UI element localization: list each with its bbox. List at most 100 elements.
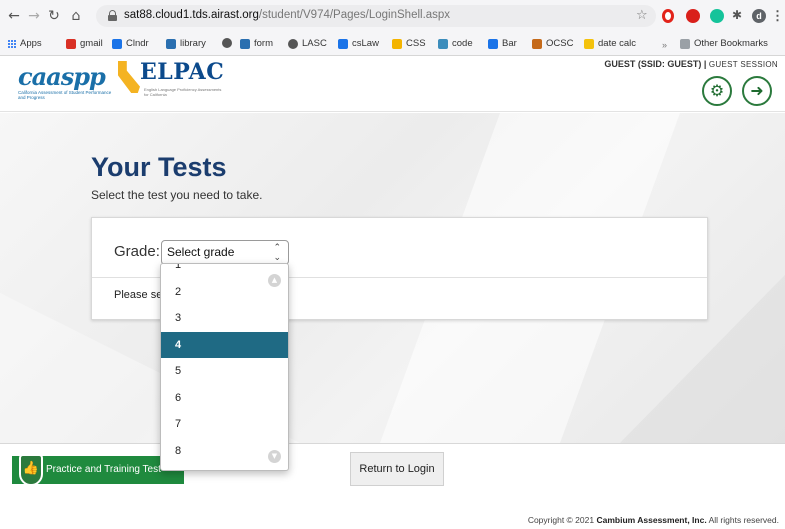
practice-test-label: Practice and Training Test: [46, 464, 161, 475]
bookmark-item[interactable]: [222, 38, 236, 48]
calendar-icon: [112, 38, 122, 49]
guest-session-label: GUEST SESSION: [708, 60, 778, 69]
main-content: Your Tests Select the test you need to t…: [0, 113, 785, 443]
ocsc-icon: [532, 38, 542, 49]
bookmark-item[interactable]: Clndr: [112, 38, 149, 49]
opera-extension-icon[interactable]: [662, 9, 674, 23]
back-icon[interactable]: ←: [6, 8, 22, 24]
bookmark-label: date calc: [598, 38, 637, 49]
bookmark-item[interactable]: Bar: [488, 38, 517, 49]
address-bar[interactable]: sat88.cloud1.tds.airast.org/student/V974…: [96, 5, 656, 27]
app-header: caaspp California Assessment of Student …: [0, 56, 785, 112]
bookmark-item[interactable]: library: [166, 38, 206, 49]
bookmark-item[interactable]: form: [240, 38, 273, 49]
caaspp-logo: caaspp California Assessment of Student …: [18, 60, 113, 106]
url-host: sat88.cloud1.tds.airast.org: [124, 9, 259, 21]
bookmarks-bar: » Other Bookmarks Apps gmail Clndr library f…: [0, 34, 785, 56]
page-title: Your Tests: [91, 152, 227, 182]
address-row: ← → ↻ ⌂ sat88.cloud1.tds.airast.org/stud…: [0, 0, 785, 34]
bookmark-label: Bar: [502, 38, 517, 49]
grade-select[interactable]: Select grade ⌃ ⌄: [161, 240, 289, 265]
forward-icon[interactable]: →: [26, 8, 42, 24]
form-icon: [240, 38, 250, 49]
reload-icon[interactable]: ↻: [46, 8, 62, 24]
grade-select-value: Select grade: [167, 245, 235, 259]
grade-option-3[interactable]: 3: [161, 305, 288, 331]
url-path: /student/V974/Pages/LoginShell.aspx: [258, 9, 451, 21]
home-icon[interactable]: ⌂: [68, 8, 84, 24]
select-arrows-icon: ⌃ ⌄: [273, 242, 281, 262]
grade-option-5[interactable]: 5: [161, 358, 288, 384]
other-bookmarks[interactable]: Other Bookmarks: [680, 38, 768, 49]
grammarly-extension-icon[interactable]: [710, 9, 724, 23]
grade-option-4[interactable]: 4: [161, 331, 288, 358]
bookmark-label: OCSC: [546, 38, 574, 49]
code-icon: [438, 38, 448, 49]
lock-icon: [108, 10, 117, 21]
bookmark-label: library: [180, 38, 206, 49]
profile-avatar[interactable]: d: [752, 9, 766, 23]
gmail-icon: [66, 38, 76, 49]
copyright-suffix: All rights reserved.: [708, 515, 779, 525]
extensions-puzzle-icon[interactable]: ✱: [732, 8, 746, 22]
settings-gear-icon[interactable]: ⚙: [702, 76, 732, 106]
bookmark-label: csLaw: [352, 38, 379, 49]
guest-info: GUEST (SSID: GUEST) | GUEST SESSION: [604, 59, 778, 69]
select-prompt: Please se: [114, 289, 163, 301]
guest-label: GUEST (SSID: GUEST): [604, 59, 702, 69]
css-icon: [392, 38, 402, 49]
elpac-subtitle: English Language Proficiency Assessments…: [144, 87, 222, 97]
browser-menu-icon[interactable]: ⋮: [771, 8, 784, 24]
caaspp-brand: caaspp: [18, 62, 106, 91]
cslaw-icon: [338, 38, 348, 49]
scroll-down-icon[interactable]: ▼: [268, 450, 281, 463]
bookmark-label: gmail: [80, 38, 103, 49]
other-bookmarks-label: Other Bookmarks: [694, 38, 768, 49]
bookmarks-overflow-icon[interactable]: »: [662, 40, 667, 50]
bookmark-label: LASC: [302, 38, 327, 49]
copyright: Copyright © 2021 Cambium Assessment, Inc…: [528, 515, 779, 525]
bar-icon: [488, 38, 498, 49]
footer-bar: 👍 Practice and Training Test Return to L…: [0, 443, 785, 496]
grade-dropdown-list[interactable]: 12345678 ▲ ▼: [160, 263, 289, 471]
copyright-prefix: Copyright © 2021: [527, 515, 595, 525]
bookmark-item[interactable]: LASC: [288, 38, 327, 49]
elpac-brand: ELPAC: [140, 59, 225, 85]
bookmark-item[interactable]: Apps: [8, 38, 42, 49]
bookmark-item[interactable]: CSS: [392, 38, 426, 49]
grade-option-7[interactable]: 7: [161, 411, 288, 437]
return-to-login-button[interactable]: Return to Login: [350, 452, 444, 486]
bookmark-item[interactable]: OCSC: [532, 38, 573, 49]
practice-test-button[interactable]: 👍 Practice and Training Test: [12, 454, 184, 486]
grade-label: Grade:: [114, 243, 160, 260]
logout-icon[interactable]: ➜: [742, 76, 772, 106]
bookmark-label: form: [254, 38, 273, 49]
california-state-icon: [118, 61, 140, 93]
bookmark-item[interactable]: code: [438, 38, 473, 49]
bookmark-item[interactable]: gmail: [66, 38, 103, 49]
bookmark-label: code: [452, 38, 473, 49]
bookmark-label: CSS: [406, 38, 426, 49]
globe-icon: [288, 38, 298, 49]
bookmark-star-icon[interactable]: ☆: [636, 8, 648, 23]
browser-chrome: ← → ↻ ⌂ sat88.cloud1.tds.airast.org/stud…: [0, 0, 785, 56]
date-calc-icon: [584, 38, 594, 49]
url-text[interactable]: sat88.cloud1.tds.airast.org/student/V974…: [124, 9, 450, 21]
caaspp-subtitle: California Assessment of Student Perform…: [18, 90, 112, 100]
bookmark-item[interactable]: csLaw: [338, 38, 379, 49]
grade-option-6[interactable]: 6: [161, 385, 288, 411]
globe-icon: [222, 38, 232, 48]
folder-icon: [680, 38, 690, 49]
copyright-company: Cambium Assessment, Inc.: [596, 515, 707, 525]
bookmark-item[interactable]: date calc: [584, 38, 636, 49]
apps-grid-icon: [8, 39, 16, 48]
thumbs-up-shield-icon: 👍: [19, 454, 43, 486]
guest-separator: |: [703, 59, 707, 69]
page-subtitle: Select the test you need to take.: [91, 188, 263, 202]
scroll-up-icon[interactable]: ▲: [268, 274, 281, 287]
bookmark-label: Clndr: [126, 38, 149, 49]
bookmark-label: Apps: [20, 38, 42, 49]
library-icon: [166, 38, 176, 49]
adblock-extension-icon[interactable]: [686, 9, 700, 23]
elpac-logo: ELPAC English Language Proficiency Asses…: [118, 59, 238, 107]
